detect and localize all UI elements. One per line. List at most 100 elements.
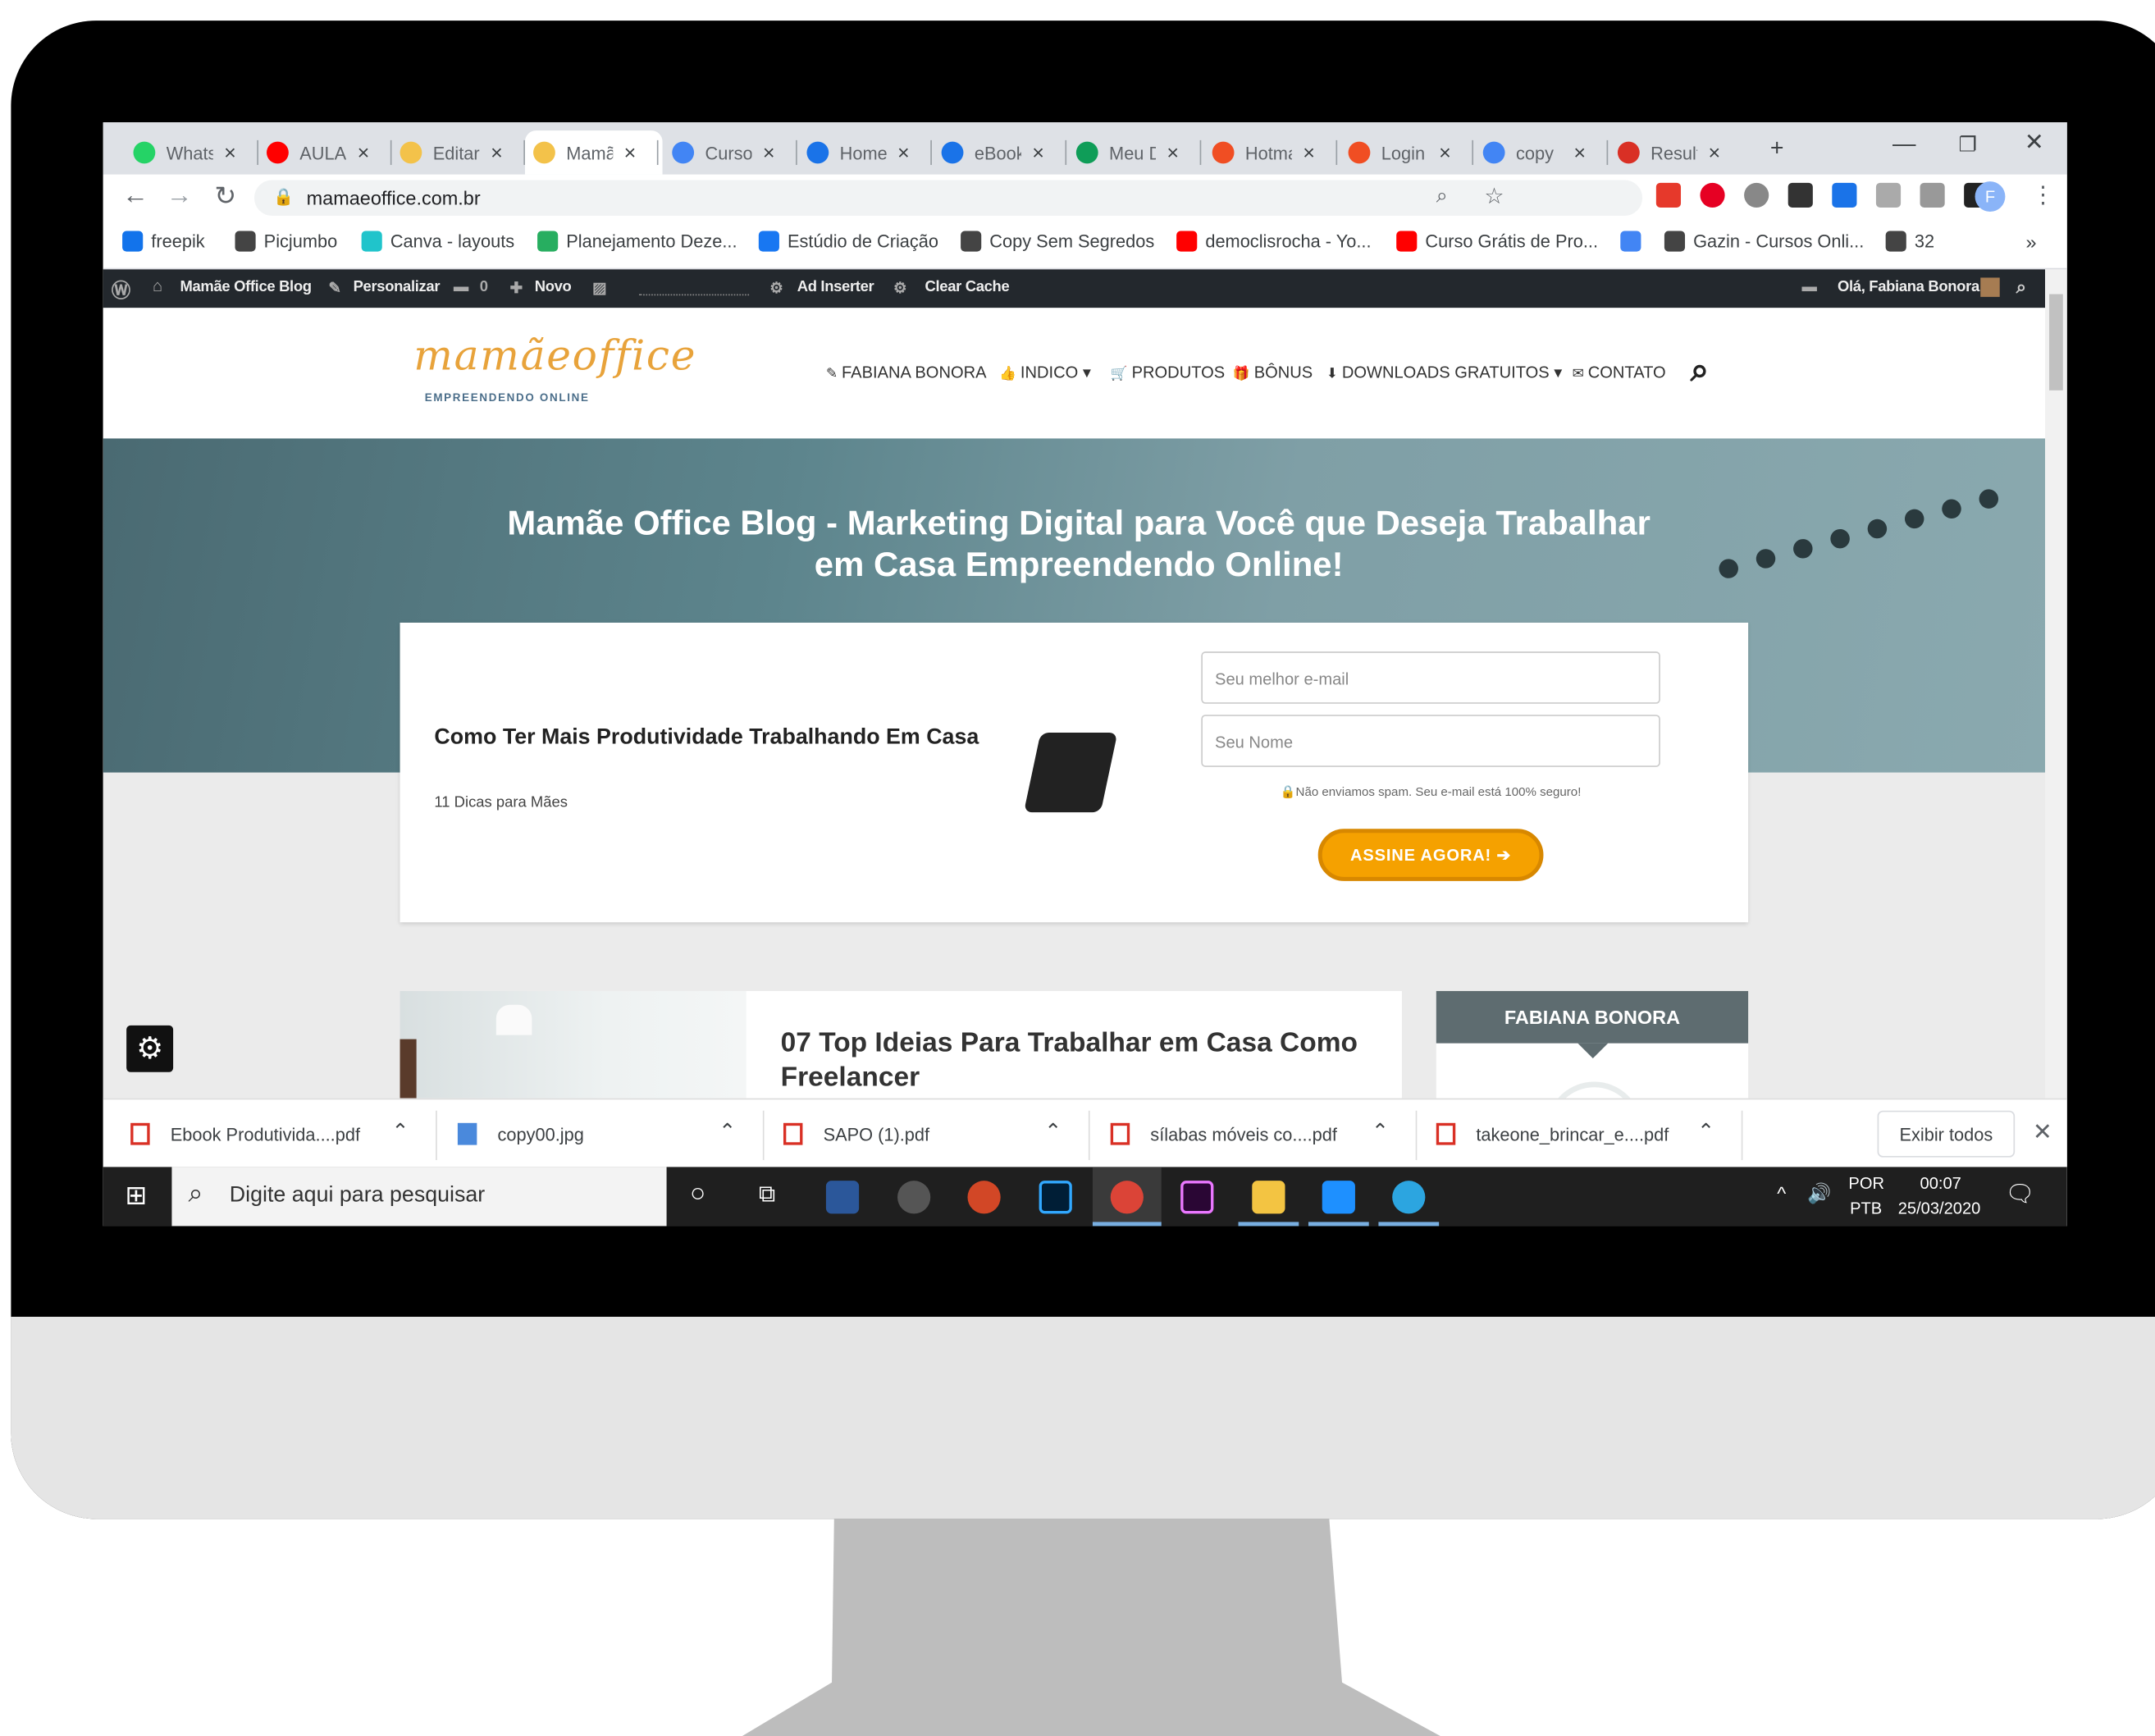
bookmark-item[interactable]: Picjumbo [235,231,337,252]
windows-start-icon[interactable]: ⊞ [125,1181,147,1213]
tab-close-icon[interactable]: × [1573,141,1586,164]
tab-close-icon[interactable]: × [1032,141,1044,164]
restore-button[interactable]: ❐ [1958,132,1977,157]
browser-tab[interactable]: eBook × [934,130,1066,175]
show-all-button[interactable]: Exibir todos [1877,1110,2016,1158]
star-icon[interactable]: ☆ [1484,183,1504,211]
wp-greeting[interactable]: Olá, Fabiana Bonora [1838,279,1979,295]
window-close-button[interactable]: ✕ [2025,129,2044,157]
nav-item[interactable]: 🎁 BÔNUS [1233,363,1313,381]
omnibox[interactable]: 🔒 mamaeoffice.com.br ⌕ ☆ [253,180,1643,217]
download-item[interactable]: SAPO (1).pdf [783,1122,929,1145]
bookmark-item[interactable]: Planejamento Deze... [537,231,737,252]
tab-close-icon[interactable]: × [1167,141,1179,164]
browser-tab[interactable]: Login × [1340,130,1472,175]
new-tab-button[interactable]: + [1770,135,1784,162]
bookmark-item[interactable]: Copy Sem Segredos [961,231,1154,252]
extension-icon[interactable] [1875,182,1902,208]
bookmarks-more[interactable]: » [2026,231,2037,253]
browser-tab[interactable]: Resultado × [1609,130,1742,175]
keyboard-layout[interactable]: PTB [1850,1199,1882,1217]
powerpoint-icon[interactable] [967,1181,1001,1214]
taskbar-search[interactable]: ⌕ Digite aqui para pesquisar [171,1167,667,1227]
bookmark-item[interactable]: Canva - layouts [361,231,514,252]
nav-item[interactable]: ✎ FABIANA BONORA [826,363,987,381]
app-icon[interactable] [1322,1181,1355,1214]
nav-item[interactable]: ✉ CONTATO [1573,363,1666,381]
extension-icon[interactable] [1655,182,1682,208]
telegram-icon[interactable] [1392,1181,1426,1214]
tab-close-icon[interactable]: × [897,141,910,164]
clock-time[interactable]: 00:07 [1920,1174,1961,1193]
tab-close-icon[interactable]: × [224,141,236,164]
scrollbar[interactable] [2044,269,2067,1099]
wordpress-icon[interactable]: Ⓦ [112,276,130,304]
wp-new-link[interactable]: Novo [535,279,572,295]
tab-close-icon[interactable]: × [491,141,503,164]
browser-tab[interactable]: WhatsApp × [125,130,257,175]
bookmark-item[interactable]: freepik [122,231,205,252]
browser-tab[interactable]: AULA × [258,130,390,175]
premiere-icon[interactable] [1180,1181,1214,1214]
site-logo[interactable]: mamãeoffice [413,332,696,381]
name-input[interactable]: Seu Nome [1201,715,1660,767]
browser-tab[interactable]: Curso × [664,130,796,175]
post-card[interactable]: 07 Top Ideias Para Trabalhar em Casa Com… [399,990,1402,1099]
chrome-icon[interactable] [1110,1181,1144,1214]
search-icon[interactable]: ⌕ [2016,276,2026,299]
bookmark-item[interactable]: democlisrocha - Yo... [1176,231,1372,252]
browser-tab[interactable]: Mamãe Office × [525,130,663,175]
wp-clear-cache-link[interactable]: Clear Cache [925,279,1010,295]
zoom-icon[interactable]: ⌕ [1436,185,1448,208]
minimize-button[interactable]: — [1892,130,1915,158]
bookmark-item[interactable] [1620,231,1649,252]
scrollbar-thumb[interactable] [2049,294,2063,391]
extension-icon[interactable] [1744,182,1769,208]
notification-icon[interactable]: ▬ [1801,279,1816,295]
browser-tab[interactable]: Editar × [391,130,523,175]
tray-chevron-icon[interactable]: ^ [1777,1182,1786,1204]
reload-icon[interactable]: ↻ [214,181,236,213]
file-explorer-icon[interactable] [1252,1181,1285,1214]
download-item[interactable]: sílabas móveis co....pdf [1110,1122,1337,1145]
download-item[interactable]: copy00.jpg [457,1122,584,1145]
clock-date[interactable]: 25/03/2020 [1898,1199,1981,1217]
extension-icon[interactable] [1920,182,1945,208]
word-icon[interactable] [825,1181,860,1214]
extension-icon[interactable] [1787,182,1813,208]
notifications-icon[interactable]: 🗨 [2005,1181,2034,1208]
bookmark-item[interactable]: 32 [1885,231,1934,252]
chevron-up-icon[interactable]: ⌃ [719,1119,736,1143]
wp-ad-inserter-link[interactable]: Ad Inserter [797,279,874,295]
chevron-up-icon[interactable]: ⌃ [391,1119,409,1143]
task-view-icon[interactable]: ⧉ [759,1181,775,1208]
browser-tab[interactable]: copy × [1475,130,1607,175]
pinterest-extension-icon[interactable] [1700,182,1725,208]
photoshop-icon[interactable] [1039,1181,1072,1214]
tab-close-icon[interactable]: × [1439,141,1451,164]
nav-item[interactable]: 🛒 PRODUTOS [1111,363,1225,381]
nav-item[interactable]: ⬇ DOWNLOADS GRATUITOS ▾ [1326,363,1563,381]
language-indicator[interactable]: POR [1848,1174,1884,1193]
chevron-up-icon[interactable]: ⌃ [1697,1119,1714,1143]
chevron-up-icon[interactable]: ⌃ [1044,1119,1062,1143]
site-search-icon[interactable]: ⌕ [1691,352,1710,391]
tab-close-icon[interactable]: × [624,141,637,164]
bookmark-item[interactable]: Curso Grátis de Pro... [1396,231,1598,252]
close-downloads-icon[interactable]: ✕ [2033,1119,2052,1147]
tab-close-icon[interactable]: × [1303,141,1315,164]
wp-customize-link[interactable]: Personalizar [354,279,441,295]
tab-close-icon[interactable]: × [358,141,370,164]
cortana-icon[interactable]: ○ [690,1179,705,1209]
browser-tab[interactable]: Home × [798,130,930,175]
yoast-icon[interactable]: ▨ [592,279,606,297]
browser-tab[interactable]: Hotmart × [1204,130,1336,175]
bookmark-item[interactable]: Estúdio de Criação [758,231,938,252]
back-icon[interactable]: ← [122,181,148,212]
davinci-icon[interactable] [897,1181,931,1214]
browser-tab[interactable]: Meu Drive × [1068,130,1200,175]
post-thumbnail[interactable] [399,990,746,1099]
volume-icon[interactable]: 🔊 [1807,1182,1831,1205]
profile-avatar[interactable]: F [1975,181,2006,212]
tab-close-icon[interactable]: × [1709,141,1721,164]
